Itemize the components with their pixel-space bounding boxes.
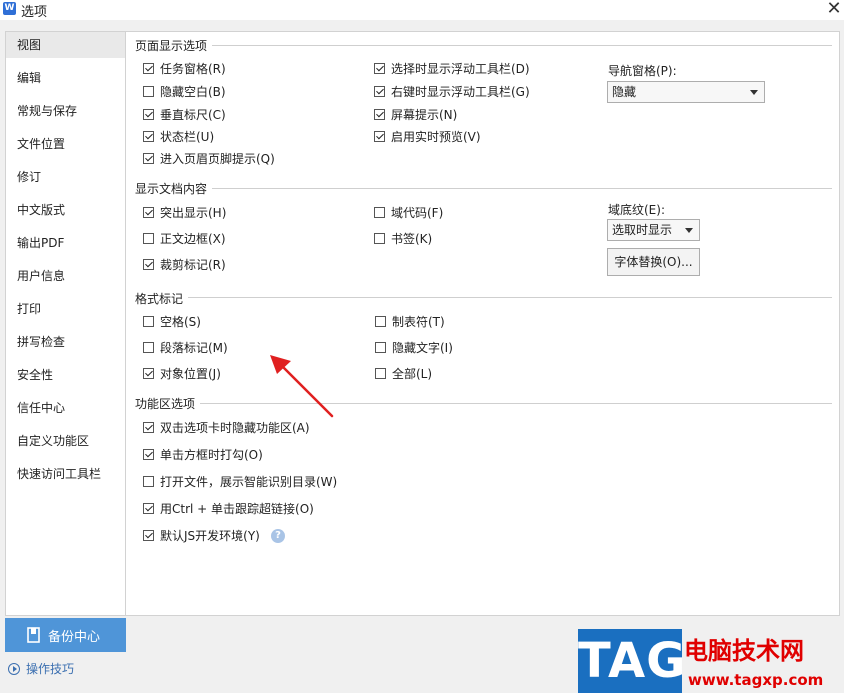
checkbox-icon xyxy=(143,63,154,74)
checkbox-crop-marks[interactable]: 裁剪标记(R) xyxy=(143,256,226,274)
checkbox-icon xyxy=(143,153,154,164)
checkbox-field-codes[interactable]: 域代码(F) xyxy=(374,204,443,222)
checkbox-icon xyxy=(374,207,385,218)
checkbox-icon xyxy=(143,259,154,270)
section-divider xyxy=(188,297,832,298)
checkbox-spaces[interactable]: 空格(S) xyxy=(143,313,201,331)
sidebar-item-trust-center[interactable]: 信任中心 xyxy=(6,395,125,421)
checkbox-bookmarks[interactable]: 书签(K) xyxy=(374,230,432,248)
backup-doc-icon xyxy=(27,627,40,643)
checkbox-click-box-tick[interactable]: 单击方框时打勾(O) xyxy=(143,446,263,464)
checkbox-icon xyxy=(375,342,386,353)
checkbox-tab-chars[interactable]: 制表符(T) xyxy=(375,313,445,331)
sidebar-item-export-pdf[interactable]: 输出PDF xyxy=(6,230,125,256)
checkbox-icon xyxy=(143,449,154,460)
wps-writer-icon: W xyxy=(3,2,16,15)
sidebar-item-print[interactable]: 打印 xyxy=(6,296,125,322)
watermark-url: www.tagxp.com xyxy=(688,671,824,689)
field-shading-select[interactable]: 选取时显示 xyxy=(607,219,700,241)
checkbox-smart-toc[interactable]: 打开文件，展示智能识别目录(W) xyxy=(143,473,337,491)
checkbox-icon xyxy=(375,368,386,379)
sidebar-item-security[interactable]: 安全性 xyxy=(6,362,125,388)
checkbox-icon xyxy=(143,86,154,97)
checkbox-icon xyxy=(143,530,154,541)
checkbox-icon xyxy=(143,316,154,327)
window-title: 选项 xyxy=(21,5,48,20)
checkbox-object-anchors[interactable]: 对象位置(J) xyxy=(143,365,221,383)
close-button[interactable]: ✕ xyxy=(824,0,844,20)
nav-pane-select[interactable]: 隐藏 xyxy=(607,81,765,103)
checkbox-screen-tips[interactable]: 屏幕提示(N) xyxy=(374,106,457,124)
play-circle-icon xyxy=(8,663,20,675)
sidebar-item-general-save[interactable]: 常规与保存 xyxy=(6,98,125,124)
checkbox-text-border[interactable]: 正文边框(X) xyxy=(143,230,226,248)
checkbox-icon xyxy=(143,233,154,244)
question-circle-icon[interactable]: ? xyxy=(271,529,285,543)
checkbox-header-footer-tip[interactable]: 进入页眉页脚提示(Q) xyxy=(143,150,275,168)
checkbox-all-marks[interactable]: 全部(L) xyxy=(375,365,432,383)
sidebar: 视图 编辑 常规与保存 文件位置 修订 中文版式 输出PDF 用户信息 打印 拼… xyxy=(5,31,126,616)
checkbox-icon xyxy=(374,63,385,74)
backup-center-button[interactable]: 备份中心 xyxy=(5,618,126,652)
sidebar-item-revision[interactable]: 修订 xyxy=(6,164,125,190)
checkbox-default-js-env[interactable]: 默认JS开发环境(Y) xyxy=(143,527,260,545)
nav-pane-label: 导航窗格(P): xyxy=(608,64,677,78)
checkbox-icon xyxy=(375,316,386,327)
checkbox-icon xyxy=(143,368,154,379)
checkbox-live-preview[interactable]: 启用实时预览(V) xyxy=(374,128,481,146)
checkbox-paragraph-marks[interactable]: 段落标记(M) xyxy=(143,339,228,357)
checkbox-icon xyxy=(374,233,385,244)
sidebar-item-quick-access[interactable]: 快速访问工具栏 xyxy=(6,461,125,487)
field-shading-label: 域底纹(E): xyxy=(608,203,665,217)
annotation-arrow-icon xyxy=(270,355,334,418)
section-title-doc-content: 显示文档内容 xyxy=(135,182,208,196)
watermark-logo: TAG 电脑技术网 www.tagxp.com xyxy=(578,629,844,693)
checkbox-icon xyxy=(143,109,154,120)
checkbox-icon xyxy=(143,422,154,433)
checkbox-float-toolbar-select[interactable]: 选择时显示浮动工具栏(D) xyxy=(374,60,530,78)
chevron-down-icon xyxy=(685,228,693,233)
section-title-page-display: 页面显示选项 xyxy=(135,39,208,53)
checkbox-ctrl-click-links[interactable]: 用Ctrl + 单击跟踪超链接(O) xyxy=(143,500,314,518)
checkbox-task-pane[interactable]: 任务窗格(R) xyxy=(143,60,226,78)
title-bar: W 选项 ✕ xyxy=(0,0,844,20)
sidebar-item-view[interactable]: 视图 xyxy=(6,32,125,58)
sidebar-item-edit[interactable]: 编辑 xyxy=(6,65,125,91)
checkbox-hidden-text[interactable]: 隐藏文字(I) xyxy=(375,339,453,357)
backup-center-label: 备份中心 xyxy=(48,630,101,645)
watermark-site-name: 电脑技术网 xyxy=(684,637,804,665)
checkbox-icon xyxy=(143,207,154,218)
section-divider xyxy=(212,45,832,46)
chevron-down-icon xyxy=(750,90,758,95)
checkbox-hide-blank[interactable]: 隐藏空白(B) xyxy=(143,83,226,101)
checkbox-vertical-ruler[interactable]: 垂直标尺(C) xyxy=(143,106,226,124)
watermark-tag: TAG xyxy=(578,629,686,693)
tips-link[interactable]: 操作技巧 xyxy=(8,660,74,678)
section-divider xyxy=(212,188,832,189)
checkbox-icon xyxy=(143,476,154,487)
section-title-ribbon: 功能区选项 xyxy=(135,397,196,411)
checkbox-highlight[interactable]: 突出显示(H) xyxy=(143,204,226,222)
checkbox-status-bar[interactable]: 状态栏(U) xyxy=(143,128,214,146)
checkbox-icon xyxy=(143,342,154,353)
sidebar-item-customize-ribbon[interactable]: 自定义功能区 xyxy=(6,428,125,454)
checkbox-icon xyxy=(374,131,385,142)
section-title-format-marks: 格式标记 xyxy=(135,292,184,306)
options-panel: 页面显示选项 任务窗格(R) 隐藏空白(B) 垂直标尺(C) 状态栏(U) 进入… xyxy=(126,31,840,616)
sidebar-item-user-info[interactable]: 用户信息 xyxy=(6,263,125,289)
checkbox-icon xyxy=(374,109,385,120)
sidebar-item-spell-check[interactable]: 拼写检查 xyxy=(6,329,125,355)
sidebar-item-chinese-layout[interactable]: 中文版式 xyxy=(6,197,125,223)
checkbox-icon xyxy=(143,503,154,514)
font-replace-button[interactable]: 字体替换(O)... xyxy=(607,248,700,276)
checkbox-icon xyxy=(374,86,385,97)
checkbox-icon xyxy=(143,131,154,142)
sidebar-item-file-location[interactable]: 文件位置 xyxy=(6,131,125,157)
checkbox-float-toolbar-right-click[interactable]: 右键时显示浮动工具栏(G) xyxy=(374,83,530,101)
